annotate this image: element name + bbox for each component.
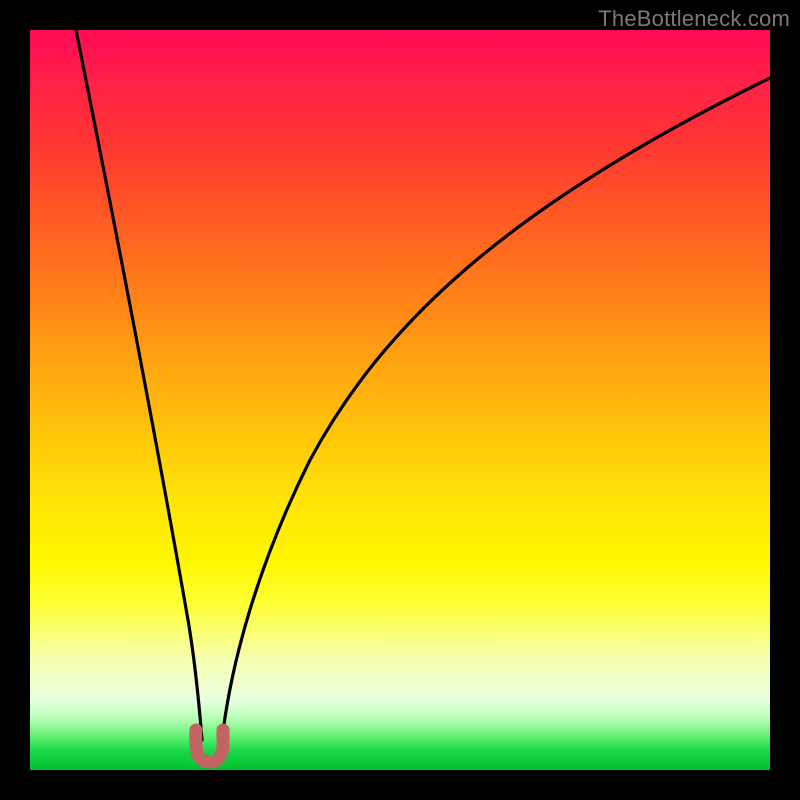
chart-curves-svg — [30, 30, 770, 770]
curve-right-branch — [222, 78, 770, 740]
chart-plot-area — [30, 30, 770, 770]
watermark-text: TheBottleneck.com — [598, 6, 790, 32]
valley-marker — [196, 730, 223, 762]
chart-frame: TheBottleneck.com — [0, 0, 800, 800]
curve-left-branch — [76, 30, 202, 740]
